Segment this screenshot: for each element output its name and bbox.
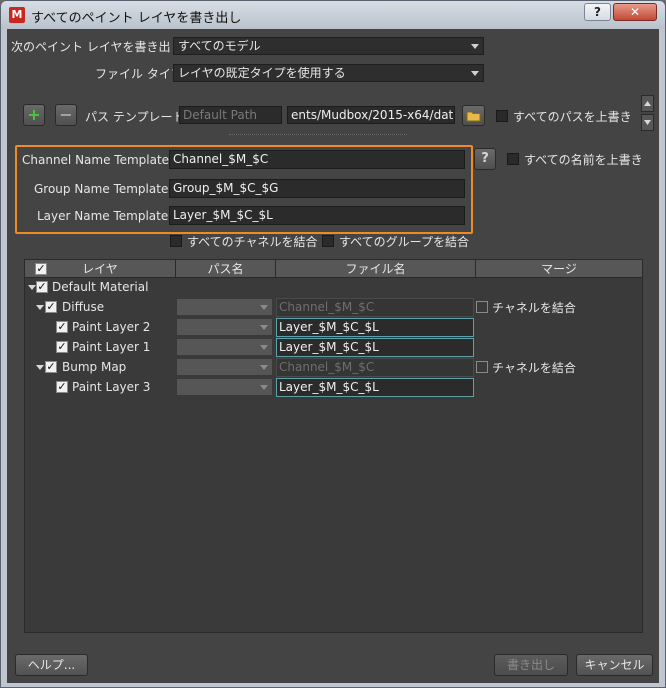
merge-all-channels-label: すべてのチャネルを結合 <box>187 235 318 249</box>
close-button[interactable]: ✕ <box>613 3 657 21</box>
window-title: すべてのペイント レイヤを書き出し <box>31 11 242 26</box>
export-target-dropdown[interactable]: すべてのモデル <box>173 37 484 55</box>
help-button[interactable]: ヘルプ... <box>15 654 88 676</box>
channel-template-label: Channel Name Template: <box>22 153 174 167</box>
layer-template-input[interactable]: Layer_$M_$C_$L <box>169 206 465 225</box>
remove-path-button[interactable]: − <box>55 104 77 126</box>
channel-template-input[interactable]: Channel_$M_$C <box>169 150 465 169</box>
export-button[interactable]: 書き出し <box>494 654 568 676</box>
scroll-down-button[interactable] <box>641 114 654 131</box>
layer-checkbox[interactable]: ✓ <box>45 361 57 373</box>
name-template-help-button[interactable]: ? <box>474 148 496 170</box>
column-header-merge[interactable]: マージ <box>476 260 642 278</box>
layer-template-label: Layer Name Template: <box>37 209 173 223</box>
merge-channel-label: チャネルを結合 <box>492 361 576 375</box>
merge-all-groups-checkbox[interactable] <box>322 235 334 247</box>
tree-item-paint-layer-2[interactable]: Paint Layer 2 <box>72 320 150 334</box>
expand-toggle-icon[interactable] <box>28 285 36 290</box>
chevron-down-icon <box>471 44 479 49</box>
expand-toggle-icon[interactable] <box>36 365 44 370</box>
add-path-button[interactable]: + <box>23 104 45 126</box>
filename-input[interactable]: Channel_$M_$C <box>276 358 474 377</box>
path-dropdown[interactable] <box>176 378 273 396</box>
path-dropdown[interactable] <box>176 338 273 356</box>
merge-all-channels-checkbox[interactable] <box>170 235 182 247</box>
merge-channel-label: チャネルを結合 <box>492 301 576 315</box>
layer-checkbox[interactable]: ✓ <box>56 381 68 393</box>
path-template-label: パス テンプレート: <box>85 110 189 124</box>
chevron-up-icon <box>644 101 651 106</box>
column-header-layer[interactable]: レイヤ <box>25 260 176 278</box>
overwrite-all-paths-checkbox[interactable] <box>496 110 508 122</box>
group-template-label: Group Name Template: <box>34 182 173 196</box>
group-template-input[interactable]: Group_$M_$C_$G <box>169 179 465 198</box>
filename-input[interactable]: Layer_$M_$C_$L <box>276 318 474 337</box>
path-dropdown[interactable] <box>176 358 273 376</box>
browse-folder-button[interactable] <box>462 105 485 126</box>
merge-channel-checkbox[interactable] <box>476 301 488 313</box>
column-header-filename[interactable]: ファイル名 <box>276 260 476 278</box>
path-dropdown[interactable] <box>176 298 273 316</box>
merge-channel-checkbox[interactable] <box>476 361 488 373</box>
title-bar[interactable]: M すべてのペイント レイヤを書き出し ? ✕ <box>1 1 665 29</box>
chevron-down-icon <box>260 385 268 390</box>
path-directory-input[interactable]: ents/Mudbox/2015-x64/data <box>287 106 455 124</box>
table-header: ✓ レイヤ パス名 ファイル名 マージ <box>25 260 642 278</box>
chevron-down-icon <box>644 120 651 125</box>
overwrite-all-names-checkbox[interactable] <box>507 153 519 165</box>
tree-item-bump-map[interactable]: Bump Map <box>62 360 126 374</box>
filename-input[interactable]: Layer_$M_$C_$L <box>276 378 474 397</box>
chevron-down-icon <box>260 345 268 350</box>
dialog-body: 次のペイント レイヤを書き出し: すべてのモデル ファイル タイプ: レイヤの既… <box>7 29 659 683</box>
layer-table: ✓ レイヤ パス名 ファイル名 マージ ✓ Default Material ✓… <box>24 259 643 633</box>
merge-all-groups-label: すべてのグループを結合 <box>339 235 469 249</box>
scroll-up-button[interactable] <box>641 95 654 112</box>
layer-checkbox[interactable]: ✓ <box>45 301 57 313</box>
path-dropdown[interactable] <box>176 318 273 336</box>
chevron-down-icon <box>260 365 268 370</box>
chevron-down-icon <box>260 325 268 330</box>
layer-checkbox[interactable]: ✓ <box>36 281 48 293</box>
chevron-down-icon <box>260 305 268 310</box>
path-template-input[interactable]: Default Path <box>179 106 282 124</box>
overwrite-all-paths-label: すべてのパスを上書き <box>513 110 632 124</box>
export-target-value: すべてのモデル <box>178 39 261 53</box>
column-header-path[interactable]: パス名 <box>176 260 276 278</box>
layer-checkbox[interactable]: ✓ <box>56 341 68 353</box>
section-divider <box>229 134 407 135</box>
tree-item-paint-layer-1[interactable]: Paint Layer 1 <box>72 340 150 354</box>
filename-input[interactable]: Channel_$M_$C <box>276 298 474 317</box>
filename-input[interactable]: Layer_$M_$C_$L <box>276 338 474 357</box>
chevron-down-icon <box>471 71 479 76</box>
export-target-label: 次のペイント レイヤを書き出し: <box>11 40 187 54</box>
tree-item-diffuse[interactable]: Diffuse <box>62 300 104 314</box>
cancel-button[interactable]: キャンセル <box>576 654 653 676</box>
expand-toggle-icon[interactable] <box>36 305 44 310</box>
tree-item-default-material[interactable]: Default Material <box>52 280 148 294</box>
app-icon: M <box>9 7 25 23</box>
folder-icon <box>466 111 481 122</box>
tree-item-paint-layer-3[interactable]: Paint Layer 3 <box>72 380 150 394</box>
overwrite-all-names-label: すべての名前を上書き <box>524 153 643 167</box>
dialog-window: M すべてのペイント レイヤを書き出し ? ✕ 次のペイント レイヤを書き出し:… <box>0 0 666 688</box>
layer-checkbox[interactable]: ✓ <box>56 321 68 333</box>
file-type-dropdown[interactable]: レイヤの既定タイプを使用する <box>173 64 484 82</box>
title-help-button[interactable]: ? <box>584 3 611 21</box>
file-type-value: レイヤの既定タイプを使用する <box>178 66 346 80</box>
